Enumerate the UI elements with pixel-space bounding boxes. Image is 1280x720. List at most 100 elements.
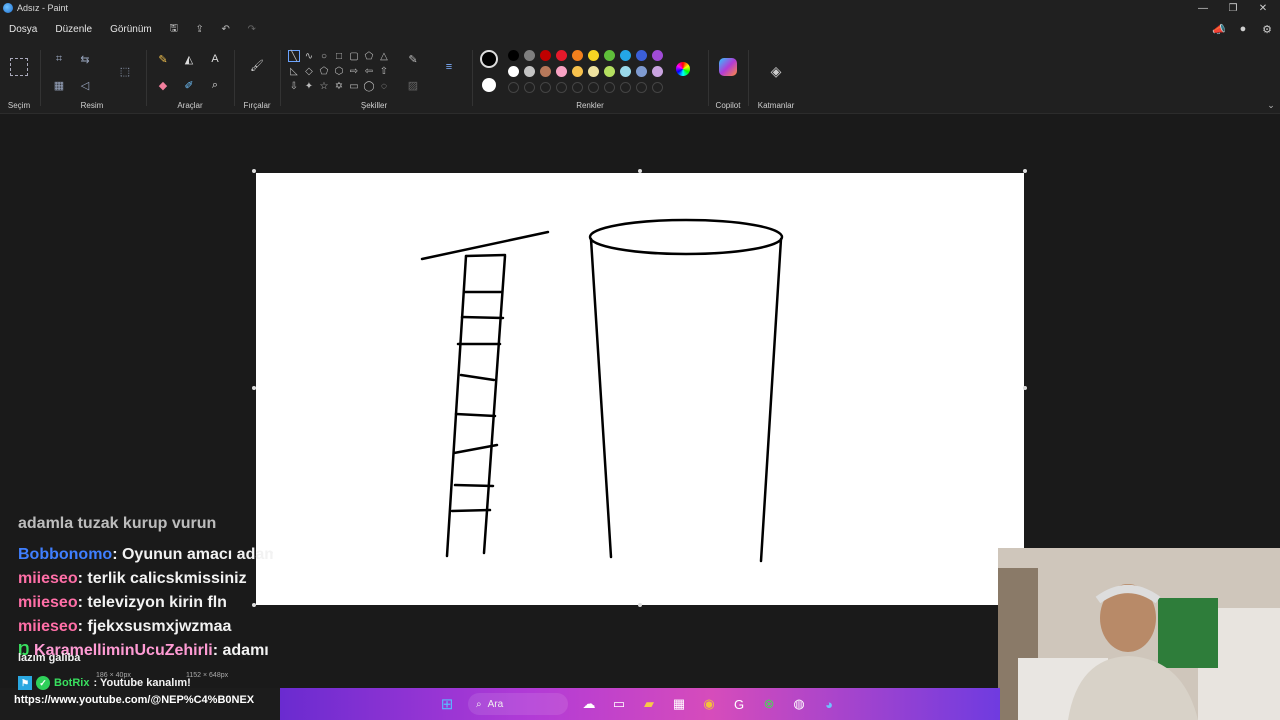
- palette-swatch[interactable]: [652, 66, 663, 77]
- empty-custom-swatch[interactable]: [636, 82, 647, 93]
- palette-swatch[interactable]: [588, 50, 599, 61]
- settings-gear-icon[interactable]: ⚙: [1260, 22, 1274, 36]
- palette-swatch[interactable]: [524, 50, 535, 61]
- shape-star6-icon[interactable]: ✡: [333, 80, 345, 92]
- shape-oval-icon[interactable]: ○: [318, 50, 330, 62]
- empty-custom-swatch[interactable]: [524, 82, 535, 93]
- shape-callout-icon[interactable]: ▭: [348, 80, 360, 92]
- empty-custom-swatch[interactable]: [540, 82, 551, 93]
- shape-arrow-down-icon[interactable]: ⇩: [288, 80, 300, 92]
- account-icon[interactable]: ●: [1236, 22, 1250, 36]
- minimize-button[interactable]: —: [1188, 0, 1218, 16]
- palette-swatch[interactable]: [588, 66, 599, 77]
- resize-icon[interactable]: ⇆: [76, 50, 94, 68]
- shape-star4-icon[interactable]: ✦: [303, 80, 315, 92]
- shape-rounded-rectangle-icon[interactable]: ▢: [348, 50, 360, 62]
- ribbon-collapse-chevron-icon[interactable]: ⌄: [1262, 96, 1280, 114]
- palette-swatch[interactable]: [540, 66, 551, 77]
- copilot-icon[interactable]: [719, 58, 737, 76]
- edit-colors-icon[interactable]: [676, 62, 690, 76]
- palette-swatch[interactable]: [572, 50, 583, 61]
- empty-custom-swatch[interactable]: [508, 82, 519, 93]
- taskbar-search[interactable]: ⌕ Ara: [468, 693, 568, 715]
- shape-rectangle-icon[interactable]: □: [333, 50, 345, 62]
- shape-arrow-right-icon[interactable]: ⇨: [348, 65, 360, 77]
- shape-pentagon-icon[interactable]: ⬠: [318, 65, 330, 77]
- shape-arrow-up-icon[interactable]: ⇧: [378, 65, 390, 77]
- palette-swatch[interactable]: [652, 50, 663, 61]
- shape-curve-icon[interactable]: ∿: [303, 50, 315, 62]
- text-tool-icon[interactable]: A: [206, 50, 224, 68]
- secondary-color-swatch[interactable]: [482, 78, 496, 92]
- palette-swatch[interactable]: [556, 66, 567, 77]
- file-explorer-icon[interactable]: ▰: [638, 693, 660, 715]
- empty-custom-swatch[interactable]: [652, 82, 663, 93]
- color-picker-icon[interactable]: ✐: [180, 76, 198, 94]
- fill-bucket-icon[interactable]: ◭: [180, 50, 198, 68]
- layers-icon[interactable]: ◈: [767, 62, 785, 80]
- steam-icon[interactable]: ◍: [788, 693, 810, 715]
- paint-taskbar-icon[interactable]: ◕: [818, 693, 840, 715]
- menu-edit[interactable]: Düzenle: [46, 24, 101, 35]
- shape-callout-oval-icon[interactable]: ◯: [363, 80, 375, 92]
- drawing-canvas[interactable]: [256, 173, 1024, 605]
- eraser-icon[interactable]: ◆: [154, 76, 172, 94]
- undo-icon[interactable]: ↶: [213, 18, 239, 40]
- shape-triangle-icon[interactable]: △: [378, 50, 390, 62]
- select-rectangle-icon[interactable]: [10, 58, 28, 76]
- empty-custom-swatch[interactable]: [572, 82, 583, 93]
- shape-arrow-left-icon[interactable]: ⇦: [363, 65, 375, 77]
- redo-icon[interactable]: ↷: [239, 18, 265, 40]
- g-app-icon[interactable]: G: [728, 693, 750, 715]
- brush-icon[interactable]: 🖌: [248, 56, 266, 74]
- xbox-icon[interactable]: ⊗: [758, 693, 780, 715]
- palette-swatch[interactable]: [508, 50, 519, 61]
- empty-custom-swatch[interactable]: [604, 82, 615, 93]
- shape-diamond-icon[interactable]: ◇: [303, 65, 315, 77]
- chrome-icon[interactable]: ◉: [698, 693, 720, 715]
- palette-swatch[interactable]: [572, 66, 583, 77]
- shape-fill-icon[interactable]: ▨: [404, 76, 422, 94]
- remove-background-icon[interactable]: ▦: [50, 76, 68, 94]
- menu-file[interactable]: Dosya: [0, 24, 46, 35]
- palette-swatch[interactable]: [636, 50, 647, 61]
- save-icon[interactable]: 🖫: [161, 18, 187, 40]
- shape-star5-icon[interactable]: ☆: [318, 80, 330, 92]
- maximize-button[interactable]: ❐: [1218, 0, 1248, 16]
- shape-hexagon-icon[interactable]: ⬡: [333, 65, 345, 77]
- empty-custom-swatch[interactable]: [620, 82, 631, 93]
- palette-swatch[interactable]: [620, 50, 631, 61]
- youtube-link[interactable]: https://www.youtube.com/@NEP%C4%B0NEX: [14, 694, 254, 706]
- pencil-icon[interactable]: ✎: [154, 50, 172, 68]
- feedback-icon[interactable]: 📣: [1212, 22, 1226, 36]
- image-select-icon[interactable]: ⬚: [116, 62, 134, 80]
- empty-custom-swatch[interactable]: [588, 82, 599, 93]
- stroke-size-icon[interactable]: ≡: [440, 58, 458, 76]
- palette-swatch[interactable]: [604, 66, 615, 77]
- shape-line-icon[interactable]: ╲: [288, 50, 300, 62]
- store-icon[interactable]: ▦: [668, 693, 690, 715]
- shape-cloud-icon[interactable]: ◌: [378, 80, 390, 92]
- menu-view[interactable]: Görünüm: [101, 24, 161, 35]
- palette-swatch[interactable]: [556, 50, 567, 61]
- widget-icon[interactable]: ☁: [578, 693, 600, 715]
- shape-right-triangle-icon[interactable]: ◺: [288, 65, 300, 77]
- empty-custom-swatch[interactable]: [556, 82, 567, 93]
- rotate-icon[interactable]: ◁: [76, 76, 94, 94]
- crop-icon[interactable]: ⌗: [50, 50, 68, 68]
- task-view-icon[interactable]: ▭: [608, 693, 630, 715]
- shape-outline-icon[interactable]: ✎: [404, 50, 422, 68]
- windows-start-icon[interactable]: ⊞: [436, 693, 458, 715]
- primary-color-swatch[interactable]: [480, 50, 498, 68]
- close-button[interactable]: ✕: [1248, 0, 1278, 16]
- palette-swatch[interactable]: [620, 66, 631, 77]
- chat-text: : Oyunun amacı adamı öldürmek: [112, 546, 273, 563]
- palette-swatch[interactable]: [508, 66, 519, 77]
- palette-swatch[interactable]: [636, 66, 647, 77]
- share-icon[interactable]: ⇪: [187, 18, 213, 40]
- palette-swatch[interactable]: [540, 50, 551, 61]
- palette-swatch[interactable]: [604, 50, 615, 61]
- magnifier-icon[interactable]: ⌕: [206, 76, 224, 94]
- shape-polygon-icon[interactable]: ⬠: [363, 50, 375, 62]
- palette-swatch[interactable]: [524, 66, 535, 77]
